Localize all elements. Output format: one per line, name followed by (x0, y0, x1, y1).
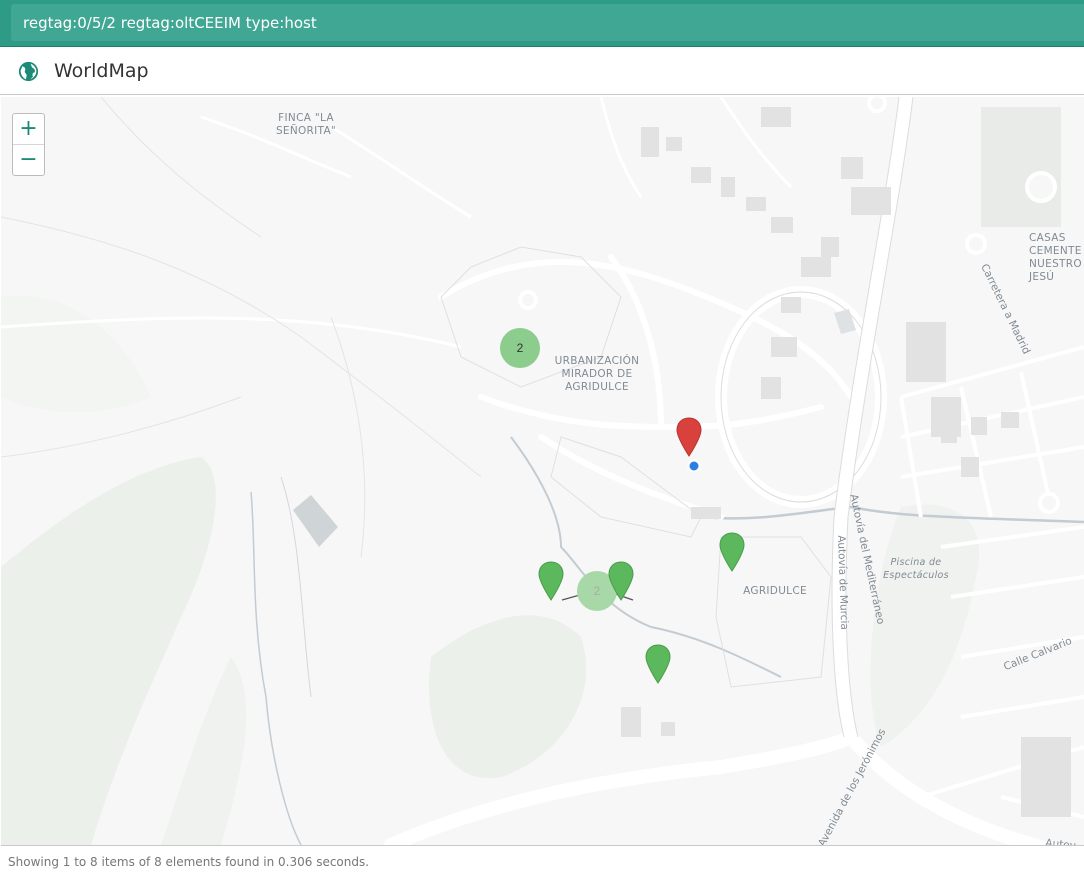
map-marker-host-up[interactable] (608, 561, 634, 601)
globe-icon (18, 61, 39, 82)
map-label-agridulce: AGRIDULCE (743, 585, 807, 597)
cluster-count: 2 (516, 341, 524, 355)
cluster-count: 2 (593, 584, 601, 598)
marker-cluster[interactable]: 2 (500, 328, 540, 368)
zoom-control: + − (12, 113, 45, 176)
map-label-piscina: Piscina de Espectáculos (883, 557, 949, 581)
search-bar: regtag:0/5/2 regtag:oltCEEIM type:host (0, 0, 1084, 47)
map-label-urbanizacion: URBANIZACIÓN MIRADOR DE AGRIDULCE (554, 355, 640, 393)
panel-header: WorldMap (0, 47, 1084, 95)
results-status: Showing 1 to 8 items of 8 elements found… (8, 855, 370, 869)
page-title: WorldMap (54, 60, 149, 82)
map-marker-host-up[interactable] (719, 532, 745, 572)
map-marker-host-up[interactable] (538, 561, 564, 601)
map-marker-host-down[interactable] (676, 417, 702, 457)
map-label-finca: FINCA "LA SEÑORITA" (275, 112, 337, 137)
world-map[interactable]: FINCA "LA SEÑORITA" URBANIZACIÓN MIRADOR… (1, 97, 1084, 846)
location-dot-icon (687, 459, 701, 473)
map-base-layer (1, 97, 1084, 845)
map-label-casas: CASAS CEMENTE NUESTRO JESÚ (1029, 232, 1082, 283)
zoom-out-button[interactable]: − (13, 145, 44, 175)
search-input[interactable]: regtag:0/5/2 regtag:oltCEEIM type:host (11, 4, 1084, 41)
map-marker-host-up[interactable] (645, 644, 671, 684)
zoom-in-button[interactable]: + (13, 114, 44, 145)
